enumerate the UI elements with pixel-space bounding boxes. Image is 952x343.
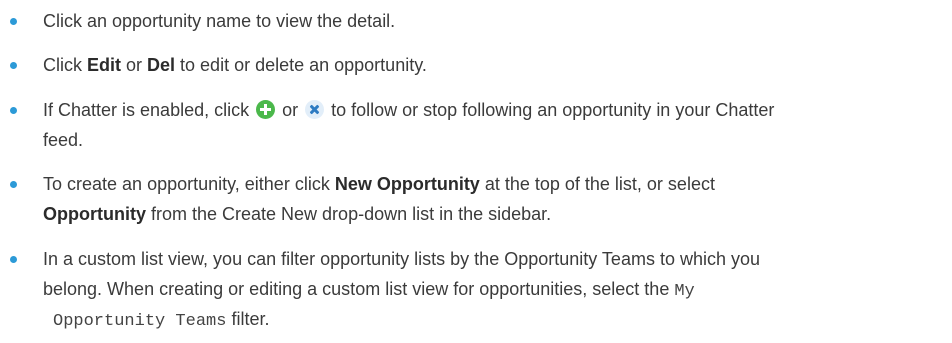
opportunity-keyword: Opportunity xyxy=(43,204,146,224)
plus-follow-icon xyxy=(256,100,276,119)
x-unfollow-icon xyxy=(305,100,325,119)
bullet-dot xyxy=(10,256,17,263)
filter-name-code: Opportunity Teams xyxy=(53,312,227,331)
filter-name-code: My xyxy=(674,282,695,301)
bullet-dot xyxy=(10,18,17,25)
edit-keyword: Edit xyxy=(87,55,121,75)
list-item-text: Click Edit or Del to edit or delete an o… xyxy=(43,55,427,75)
del-keyword: Del xyxy=(147,55,176,75)
list-item-text: Click an opportunity name to view the de… xyxy=(43,11,396,31)
bullet-dot xyxy=(10,62,17,69)
new-opportunity-keyword: New Opportunity xyxy=(334,174,480,194)
bullet-dot xyxy=(10,181,17,188)
list-item-text: If Chatter is enabled, click or to follo… xyxy=(43,100,775,150)
bullet-dot xyxy=(10,107,17,114)
list-item-text: In a custom list view, you can filter op… xyxy=(43,249,761,331)
list-item-text: To create an opportunity, either click N… xyxy=(43,174,715,224)
